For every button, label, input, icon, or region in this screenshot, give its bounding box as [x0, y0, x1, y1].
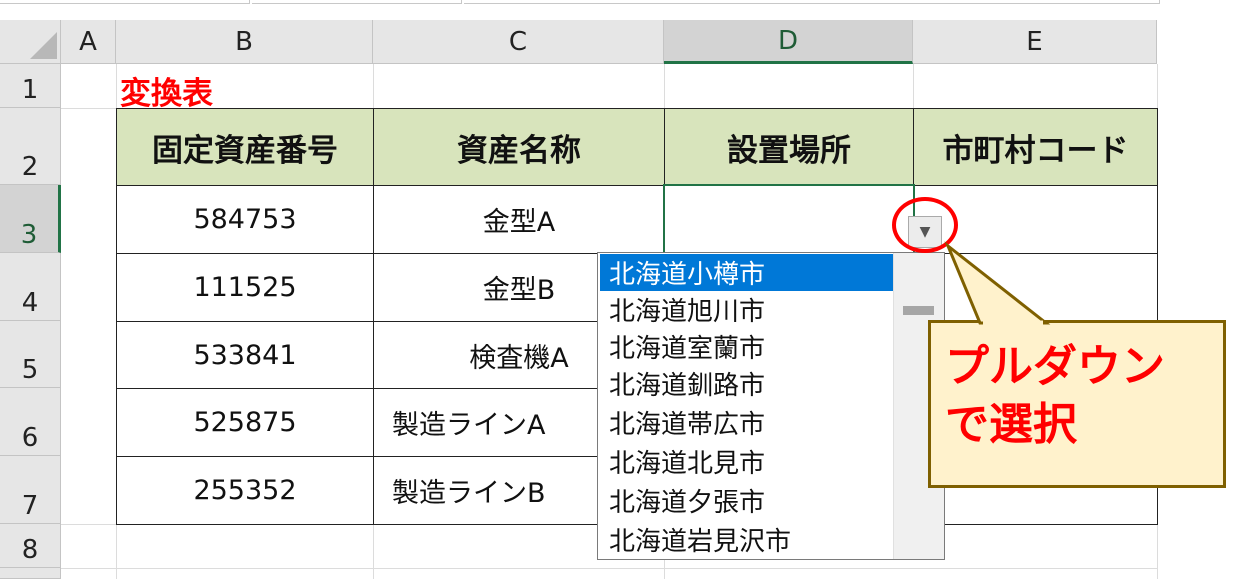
column-header-a[interactable]: A: [61, 20, 116, 64]
row-header-3[interactable]: 3: [0, 185, 61, 253]
dropdown-option[interactable]: 北海道夕張市: [600, 482, 893, 519]
column-header-c[interactable]: C: [373, 20, 664, 64]
cell-city-code[interactable]: [913, 253, 1158, 322]
dropdown-option[interactable]: 北海道北見市: [600, 443, 893, 480]
cell-asset-number[interactable]: 525875: [116, 388, 374, 457]
highlight-circle: [892, 197, 958, 253]
header-asset-number[interactable]: 固定資産番号: [116, 108, 374, 186]
dropdown-option[interactable]: 北海道室蘭市: [600, 328, 893, 365]
row-header-2[interactable]: 2: [0, 108, 61, 185]
cell-asset-name[interactable]: 金型A: [373, 185, 665, 254]
toolbar-tab-edge: [464, 0, 1160, 4]
row-header-7[interactable]: 7: [0, 456, 61, 524]
row-header-next[interactable]: [0, 568, 61, 579]
callout-line: プルダウン: [945, 341, 1165, 392]
gridline: [61, 568, 1157, 569]
gridline: [664, 560, 665, 579]
active-cell-location[interactable]: [663, 184, 915, 254]
select-all-triangle-icon: [30, 32, 57, 59]
row-header-6[interactable]: 6: [0, 388, 61, 456]
sheet-title: 変換表: [120, 75, 213, 112]
row-header-5[interactable]: 5: [0, 321, 61, 388]
header-city-code[interactable]: 市町村コード: [913, 108, 1158, 186]
row-header-4[interactable]: 4: [0, 253, 61, 321]
cell-asset-number[interactable]: 584753: [116, 185, 374, 254]
callout-text: プルダウン で選択: [945, 338, 1215, 454]
cell-asset-number[interactable]: 255352: [116, 456, 374, 525]
gridline: [373, 524, 374, 579]
column-header-b[interactable]: B: [116, 20, 373, 64]
dropdown-option[interactable]: 北海道旭川市: [600, 291, 893, 328]
row-header-1[interactable]: 1: [0, 64, 61, 108]
dropdown-option[interactable]: 北海道岩見沢市: [600, 521, 893, 558]
toolbar-tab-edge: [252, 0, 462, 4]
scrollbar-thumb[interactable]: [903, 306, 934, 315]
toolbar-tab-edge: [0, 0, 250, 4]
cell-asset-number[interactable]: 111525: [116, 253, 374, 322]
dropdown-option[interactable]: 北海道帯広市: [600, 404, 893, 441]
column-header-d[interactable]: D: [664, 20, 913, 64]
cell-asset-number[interactable]: 533841: [116, 321, 374, 389]
header-location[interactable]: 設置場所: [664, 108, 914, 186]
gridline: [373, 64, 374, 108]
gridline: [664, 64, 665, 108]
dropdown-option[interactable]: 北海道釧路市: [600, 365, 893, 402]
row-header-8[interactable]: 8: [0, 524, 61, 568]
dropdown-option[interactable]: 北海道小樽市: [600, 254, 893, 291]
gridline: [913, 64, 914, 108]
column-header-e[interactable]: E: [913, 20, 1157, 64]
callout-line: で選択: [945, 399, 1077, 450]
header-asset-name[interactable]: 資産名称: [373, 108, 665, 186]
